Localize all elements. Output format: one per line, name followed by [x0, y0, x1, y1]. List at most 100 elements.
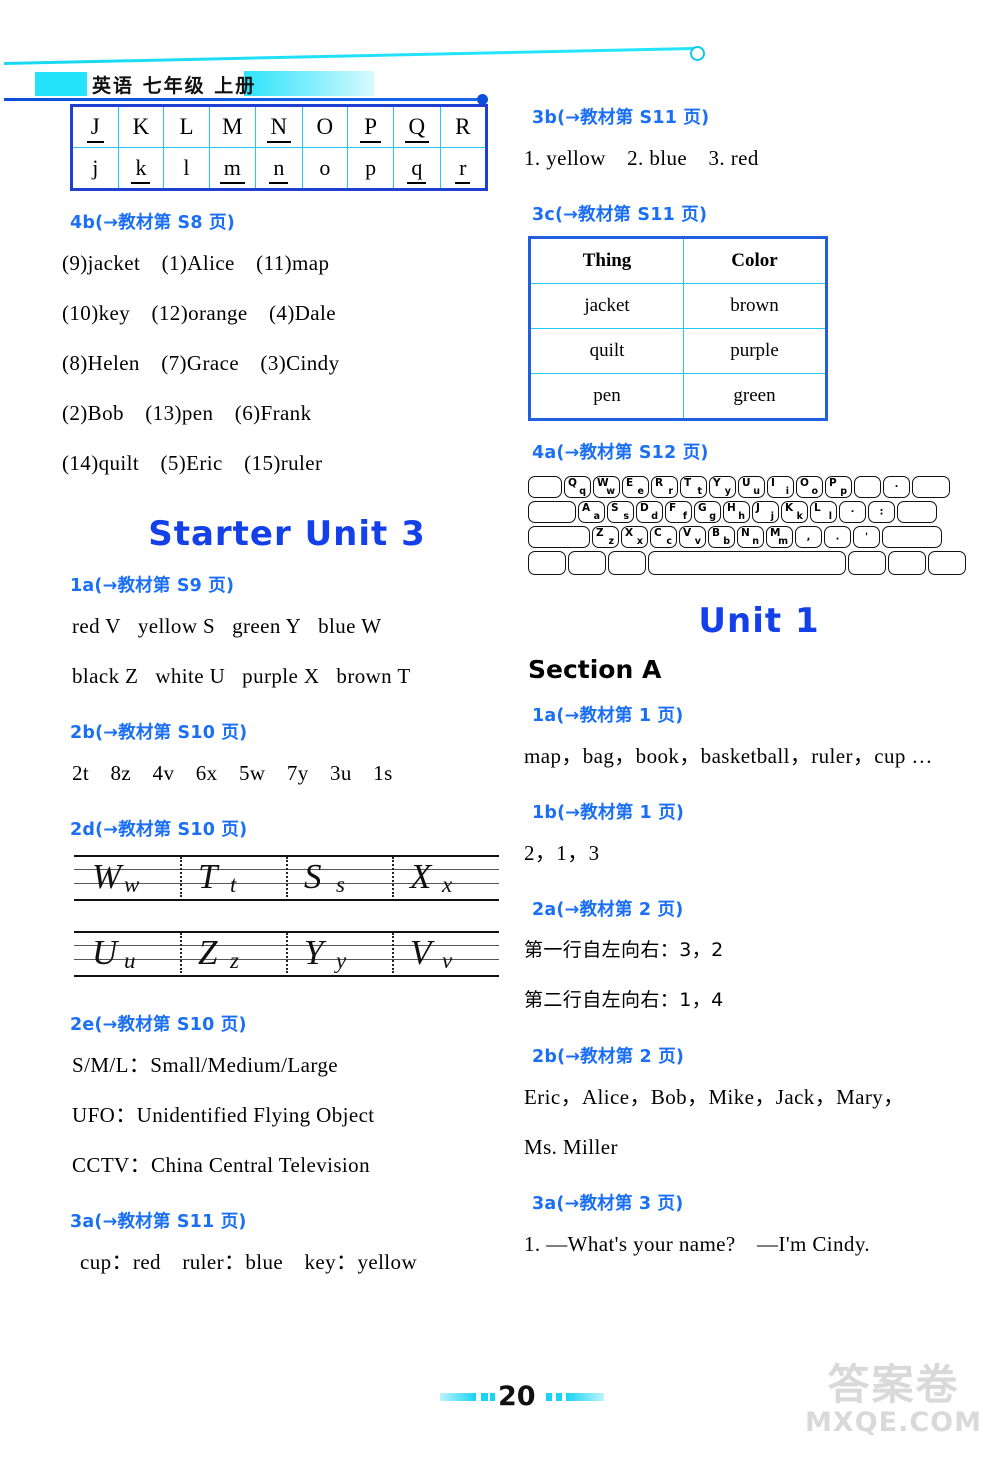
keyboard-key-s[interactable]: Ss [607, 501, 634, 523]
keyboard-key-x[interactable]: Xx [621, 526, 648, 548]
key-uppercase: V [683, 527, 692, 539]
alphabet-letter: j [92, 155, 99, 180]
keyboard-key-blank[interactable] [888, 551, 926, 575]
keyboard-key-p[interactable]: Pp [825, 476, 852, 498]
keyboard-key-blank[interactable] [608, 551, 646, 575]
page-header: 英语 七年级 上册 [0, 40, 1000, 110]
keyboard-key-blank[interactable]: · [839, 501, 866, 523]
abbreviation: S/M/L： [72, 1053, 151, 1077]
alphabet-letter: r [455, 155, 471, 184]
keyboard-key-b[interactable]: Bb [708, 526, 735, 548]
keyboard-key-blank[interactable] [528, 501, 576, 523]
keyboard-key-r[interactable]: Rr [651, 476, 678, 498]
key-lowercase: t [697, 485, 702, 497]
expansion-rest: entral [223, 1153, 274, 1177]
footer-dash [556, 1393, 562, 1401]
abbreviation-list: S/M/L：Small/Medium/Large UFO：Unidentified… [62, 1040, 512, 1190]
keyboard-key-k[interactable]: Kk [781, 501, 808, 523]
alphabet-cell: J [71, 105, 119, 148]
keyboard-key-u[interactable]: Uu [738, 476, 765, 498]
keyboard-key-blank[interactable] [568, 551, 606, 575]
footer-dash [481, 1393, 488, 1401]
keyboard-key-c[interactable]: Cc [650, 526, 677, 548]
keyboard-key-blank[interactable] [528, 476, 562, 498]
keyboard-key-m[interactable]: Mm [766, 526, 793, 548]
alphabet-letter: M [222, 114, 243, 139]
keyboard-key-g[interactable]: Gg [694, 501, 721, 523]
left-column: J K L M N O P Q R j k l m n o p q r 4b(→… [62, 104, 512, 1287]
keyboard-key-blank[interactable]: · [883, 476, 910, 498]
section-a-heading: Section A [528, 655, 662, 684]
keyboard-key-blank[interactable] [928, 551, 966, 575]
keyboard-key-blank[interactable] [897, 501, 937, 523]
answer-line: (9)jacket (1)Alice (11)map [62, 251, 330, 275]
keyboard-key-blank[interactable] [854, 476, 881, 498]
key-lowercase: n [752, 535, 759, 547]
cell-color: green [683, 373, 827, 420]
keyboard-key-f[interactable]: Ff [665, 501, 692, 523]
answer-letter: V [105, 614, 121, 638]
keyboard-key-blank[interactable]: ' [853, 526, 880, 548]
watermark: 答案卷 MXQE.COM [805, 1362, 982, 1438]
handwriting-lowercase: z [230, 948, 239, 973]
abbreviation: UFO： [72, 1103, 137, 1127]
key-lowercase: s [623, 510, 629, 522]
key-lowercase: d [651, 510, 658, 522]
keyboard-key-blank[interactable]: : [868, 501, 895, 523]
keyboard-key-blank[interactable] [528, 526, 590, 548]
key-uppercase: C [654, 527, 662, 539]
alphabet-letter: K [132, 114, 150, 139]
expansion-initial: O [316, 1103, 332, 1127]
key-uppercase: T [684, 477, 692, 489]
answer-line: (2)Bob (13)pen (6)Frank [62, 401, 312, 425]
keyboard-key-blank[interactable] [882, 526, 942, 548]
keyboard-key-y[interactable]: Yy [709, 476, 736, 498]
keyboard-key-blank[interactable] [912, 476, 950, 498]
expansion-rest: lying [265, 1103, 311, 1127]
keyboard-key-d[interactable]: Dd [636, 501, 663, 523]
keyboard-key-i[interactable]: Ii [767, 476, 794, 498]
keyboard-key-blank[interactable]: , [795, 526, 822, 548]
keyboard-key-z[interactable]: Zz [592, 526, 619, 548]
alphabet-cell: N [255, 105, 303, 148]
keyboard-key-blank[interactable] [848, 551, 886, 575]
key-lowercase: f [682, 510, 687, 522]
keyboard-key-l[interactable]: Ll [810, 501, 837, 523]
answer-line: (10)key (12)orange (4)Dale [62, 301, 336, 325]
expansion-initial: F [253, 1103, 266, 1127]
answer-line: 1. yellow 2. blue 3. red [524, 146, 759, 170]
answer-line: cup：red ruler：blue key：yellow [80, 1250, 418, 1274]
expansion-initial: T [278, 1153, 291, 1177]
key-uppercase: S [611, 502, 619, 514]
keyboard-key-n[interactable]: Nn [737, 526, 764, 548]
key-uppercase: O [800, 477, 809, 489]
page-footer: 20 答案卷 MXQE.COM [0, 1359, 1000, 1469]
handwriting-uppercase: S [304, 857, 322, 896]
keyboard-key-blank[interactable] [528, 551, 566, 575]
keyboard-key-t[interactable]: Tt [680, 476, 707, 498]
keyboard-key-j[interactable]: Jj [752, 501, 779, 523]
handwriting-uppercase: W [92, 857, 122, 896]
keyboard-key-h[interactable]: Hh [723, 501, 750, 523]
key-symbol: , [806, 531, 811, 543]
alphabet-letter: Q [404, 114, 430, 143]
key-uppercase: F [669, 502, 677, 514]
exercise-ref-2a: 2a(→教材第 2 页) [532, 900, 684, 920]
footer-dash [490, 1393, 495, 1401]
starter-unit-3-heading: Starter Unit 3 [148, 514, 426, 554]
keyboard-key-v[interactable]: Vv [679, 526, 706, 548]
column-header-thing: Thing [529, 237, 684, 284]
answer-line: Ms. Miller [524, 1135, 618, 1159]
keyboard-key-e[interactable]: Ee [622, 476, 649, 498]
answer-letter: Z [125, 664, 139, 688]
keyboard-key-blank[interactable] [648, 551, 846, 575]
keyboard-key-o[interactable]: Oo [796, 476, 823, 498]
keyboard-key-w[interactable]: Ww [593, 476, 620, 498]
keyboard-key-q[interactable]: Qq [564, 476, 591, 498]
handwriting-lowercase: s [336, 872, 345, 897]
exercise-ref-3a: 3a(→教材第 3 页) [532, 1194, 684, 1214]
expansion-rest: hina [165, 1153, 204, 1177]
keyboard-key-a[interactable]: Aa [578, 501, 605, 523]
keyboard-row: Zz Xx Cc Vv Bb Nn Mm,. ' [528, 526, 972, 548]
keyboard-key-blank[interactable]: . [824, 526, 851, 548]
